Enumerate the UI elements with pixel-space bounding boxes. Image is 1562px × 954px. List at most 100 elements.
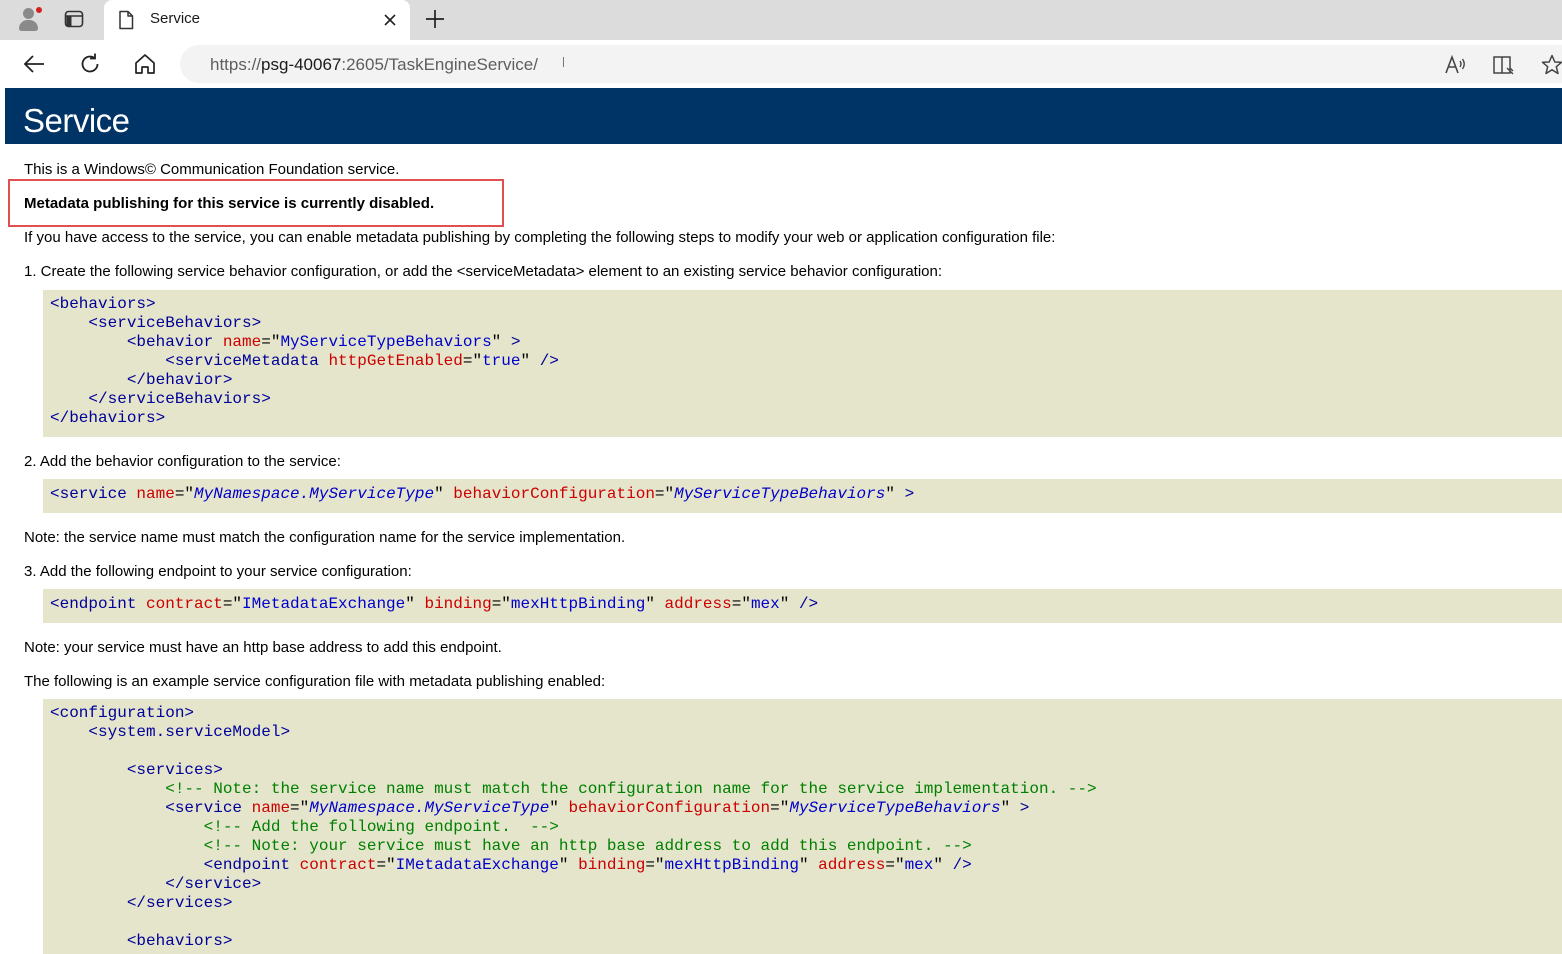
example-config-code-block: <configuration> <system.serviceModel> <s… <box>43 699 1562 954</box>
code-token: " <box>1000 799 1020 817</box>
code-token: <behaviors> <box>50 295 156 313</box>
tab-actions-icon[interactable] <box>64 10 84 28</box>
code-token: behaviorConfiguration <box>568 799 771 817</box>
code-token: <serviceBehaviors> <box>88 314 262 332</box>
code-line: <endpoint contract="IMetadataExchange" b… <box>50 856 1562 875</box>
code-line: <endpoint contract="IMetadataExchange" b… <box>50 595 1562 614</box>
address-bar[interactable]: https://psg-40067:2605/TaskEngineService… <box>180 45 1562 83</box>
text-cursor <box>563 57 564 67</box>
code-line: </behaviors> <box>50 409 1562 428</box>
code-token: MyServiceTypeBehaviors <box>674 485 886 503</box>
code-token: <system.serviceModel> <box>88 723 291 741</box>
code-token: <endpoint <box>203 856 300 874</box>
code-token: address <box>664 595 732 613</box>
code-token: " <box>798 856 819 874</box>
code-token: =" <box>462 352 483 370</box>
behavior-config-code-block: <behaviors> <serviceBehaviors> <behavior… <box>43 290 1562 437</box>
code-token: =" <box>174 485 195 503</box>
read-aloud-icon[interactable] <box>1444 53 1468 77</box>
code-token: " <box>491 333 511 351</box>
example-intro-text: The following is an example service conf… <box>24 673 606 690</box>
refresh-icon[interactable] <box>78 52 102 76</box>
code-token: mexHttpBinding <box>510 595 646 613</box>
code-token: > <box>904 485 915 503</box>
code-token: name <box>136 485 175 503</box>
profile-avatar-icon[interactable] <box>16 6 43 32</box>
code-token: =" <box>290 799 310 817</box>
code-token: " <box>885 485 905 503</box>
code-token: =" <box>222 595 243 613</box>
page-heading: Service <box>23 102 130 139</box>
code-token: <!-- Note: your service must have an htt… <box>203 837 972 855</box>
code-token: <service <box>50 485 137 503</box>
endpoint-config-code-block: <endpoint contract="IMetadataExchange" b… <box>43 589 1562 623</box>
code-token: =" <box>654 485 675 503</box>
code-token: /> <box>539 352 559 370</box>
service-config-code-block: <service name="MyNamespace.MyServiceType… <box>43 479 1562 513</box>
immersive-reader-icon[interactable] <box>1492 53 1516 77</box>
code-line: <!-- Add the following endpoint. --> <box>50 818 1562 837</box>
code-token: address <box>818 856 886 874</box>
code-token: MyNamespace.MyServiceType <box>309 799 550 817</box>
code-token: =" <box>885 856 905 874</box>
step-3-text: 3. Add the following endpoint to your se… <box>24 563 412 580</box>
code-token: true <box>482 352 521 370</box>
code-token: =" <box>491 595 511 613</box>
code-token: contract <box>146 595 223 613</box>
code-token: <serviceMetadata <box>165 352 329 370</box>
code-token: MyServiceTypeBehaviors <box>789 799 1001 817</box>
code-token: =" <box>645 856 665 874</box>
new-tab-icon[interactable] <box>424 8 446 30</box>
tab-service[interactable]: Service <box>104 0 410 40</box>
code-token: <endpoint <box>50 595 147 613</box>
code-line: <service name="MyNamespace.MyServiceType… <box>50 485 1562 504</box>
code-line: <configuration> <box>50 704 1562 723</box>
close-tab-icon[interactable] <box>380 10 400 30</box>
code-token: <service <box>165 799 252 817</box>
code-line: </services> <box>50 894 1562 913</box>
code-token: " <box>933 856 953 874</box>
code-token: binding <box>424 595 492 613</box>
code-token: =" <box>731 595 751 613</box>
favorite-star-icon[interactable] <box>1540 53 1562 77</box>
home-icon[interactable] <box>133 52 157 76</box>
code-token: /> <box>798 595 819 613</box>
code-line: </service> <box>50 875 1562 894</box>
code-token: </behavior> <box>126 371 233 389</box>
note-service-name: Note: the service name must match the co… <box>24 529 626 546</box>
code-token: <behavior <box>126 333 223 351</box>
code-line: <service name="MyNamespace.MyServiceType… <box>50 799 1562 818</box>
code-token: mex <box>750 595 780 613</box>
code-token: binding <box>578 856 646 874</box>
code-token: <services> <box>126 761 223 779</box>
code-token: IMetadataExchange <box>395 856 559 874</box>
code-token: > <box>510 333 521 351</box>
code-token: mexHttpBinding <box>664 856 799 874</box>
code-token: " <box>645 595 665 613</box>
step-1-text: 1. Create the following service behavior… <box>24 263 943 280</box>
code-token: </service> <box>165 875 262 893</box>
code-token: > <box>1019 799 1030 817</box>
note-base-address: Note: your service must have an http bas… <box>24 639 502 656</box>
intro-text: This is a Windows© Communication Foundat… <box>24 161 400 178</box>
code-token: =" <box>770 799 790 817</box>
back-arrow-icon[interactable] <box>22 52 46 76</box>
browser-toolbar: https://psg-40067:2605/TaskEngineService… <box>0 40 1562 88</box>
code-line: <!-- Note: your service must have an htt… <box>50 837 1562 856</box>
code-token: name <box>251 799 291 817</box>
code-token: <!-- Add the following endpoint. --> <box>203 818 559 836</box>
code-line: <serviceMetadata httpGetEnabled="true" /… <box>50 352 1562 371</box>
code-token: IMetadataExchange <box>242 595 406 613</box>
